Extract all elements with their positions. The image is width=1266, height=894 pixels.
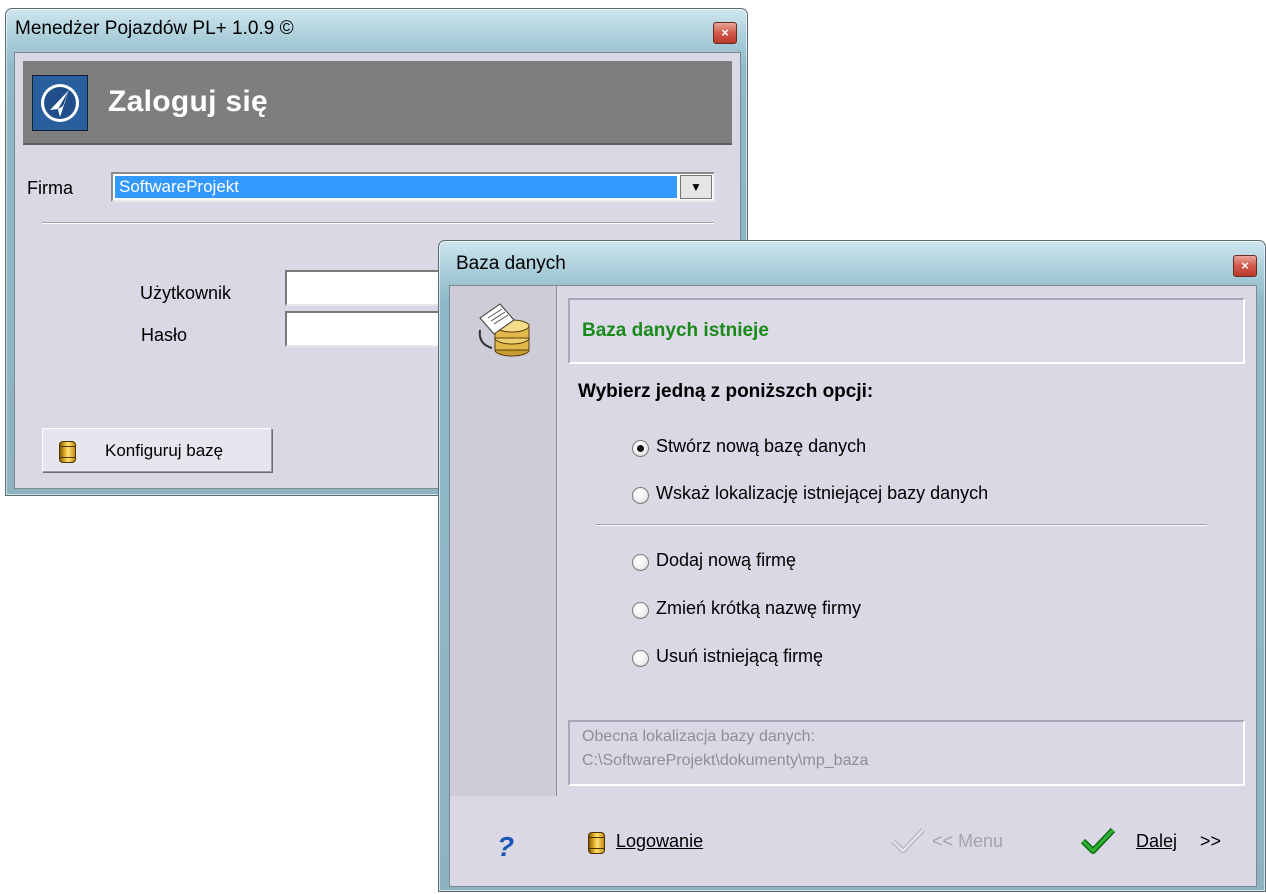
app-logo-icon <box>32 75 88 131</box>
menu-button-label: << Menu <box>932 831 1004 851</box>
options-divider <box>596 524 1207 526</box>
db-titlebar[interactable]: Baza danych × <box>439 241 1265 281</box>
db-client-area: Baza danych istnieje Wybierz jedną z pon… <box>449 285 1257 887</box>
database-document-icon <box>476 300 532 365</box>
login-titlebar[interactable]: Menedżer Pojazdów PL+ 1.0.9 © × <box>6 9 747 49</box>
login-button-label: Logowanie <box>616 831 704 851</box>
login-banner: Zaloguj się <box>23 61 732 145</box>
login-banner-title: Zaloguj się <box>108 85 268 118</box>
firma-label: Firma <box>27 178 73 198</box>
configure-db-label: Konfiguruj bazę <box>105 441 224 460</box>
next-button[interactable]: Dalej >> <box>1080 822 1240 862</box>
login-divider <box>42 222 714 224</box>
db-footer: ? Logowanie << Menu Dalej >> <box>450 796 1256 886</box>
option-label: Usuń istniejącą firmę <box>656 646 824 666</box>
chevron-down-icon[interactable]: ▼ <box>680 175 712 199</box>
login-window-title: Menedżer Pojazdów PL+ 1.0.9 © <box>15 18 294 39</box>
options-prompt: Wybierz jedną z poniższch opcji: <box>578 381 874 402</box>
help-icon[interactable]: ? <box>497 831 514 863</box>
option-label: Wskaż lokalizację istniejącej bazy danyc… <box>656 483 989 503</box>
user-label: Użytkownik <box>140 283 232 303</box>
radio-button[interactable] <box>632 650 649 667</box>
next-arrows: >> <box>1200 831 1222 851</box>
db-status-text: Baza danych istnieje <box>582 320 769 341</box>
menu-button[interactable]: << Menu <box>886 822 1036 862</box>
firma-dropdown[interactable]: SoftwareProjekt ▼ <box>111 172 715 202</box>
login-button[interactable]: Logowanie <box>576 822 736 862</box>
password-label: Hasło <box>141 325 188 345</box>
db-location-box: Obecna lokalizacja bazy danych: C:\Softw… <box>568 720 1245 786</box>
configure-db-button[interactable]: Konfiguruj bazę <box>42 428 272 472</box>
checkmark-icon <box>1080 827 1116 860</box>
radio-button[interactable] <box>632 602 649 619</box>
db-side-strip <box>450 286 557 796</box>
db-location-path: C:\SoftwareProjekt\dokumenty\mp_baza <box>582 752 869 769</box>
database-icon <box>588 832 605 854</box>
login-close-button[interactable]: × <box>713 22 737 44</box>
database-window: Baza danych × Baza danych istnieje Wybie… <box>438 240 1266 892</box>
radio-button[interactable] <box>632 440 649 457</box>
db-status-header: Baza danych istnieje <box>568 298 1245 364</box>
db-close-button[interactable]: × <box>1233 255 1257 277</box>
next-button-label: Dalej <box>1136 831 1178 851</box>
option-label: Zmień krótką nazwę firmy <box>656 598 862 618</box>
radio-button[interactable] <box>632 487 649 504</box>
checkmark-disabled-icon <box>890 827 926 860</box>
radio-button[interactable] <box>632 554 649 571</box>
firma-selected-value[interactable]: SoftwareProjekt <box>115 176 677 198</box>
db-window-title: Baza danych <box>456 253 566 274</box>
option-label: Stwórz nową bazę danych <box>656 436 867 456</box>
db-location-label: Obecna lokalizacja bazy danych: <box>582 728 816 745</box>
database-icon <box>59 441 76 463</box>
option-label: Dodaj nową firmę <box>656 550 797 570</box>
